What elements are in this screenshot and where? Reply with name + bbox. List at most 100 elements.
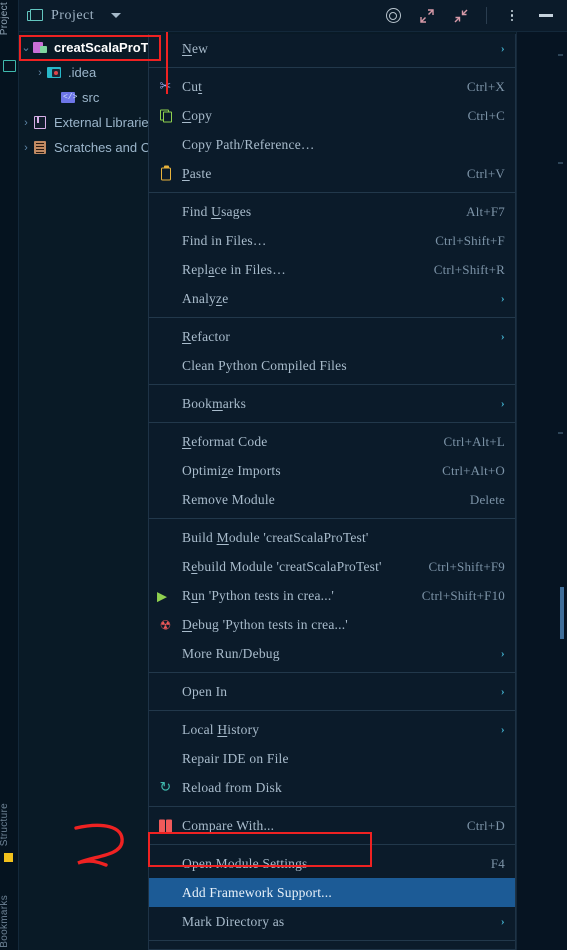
menu-item-analyze[interactable]: Analyze › (149, 284, 515, 313)
chevron-down-icon[interactable] (111, 13, 122, 18)
strip-label-project[interactable]: Project (0, 2, 10, 35)
menu-item-more-run-debug[interactable]: More Run/Debug › (149, 639, 515, 668)
menu-item-shortcut: Ctrl+C (467, 107, 505, 123)
structure-tool-icon[interactable] (4, 853, 13, 862)
menu-item-diagrams[interactable]: Diagrams› (149, 945, 515, 949)
menu-separator (149, 67, 515, 68)
menu-item-shortcut: Ctrl+Shift+F9 (428, 558, 505, 574)
menu-item-paste[interactable]: Paste Ctrl+V (149, 159, 515, 188)
menu-item-label: Open Module Settings (182, 855, 308, 871)
menu-separator (149, 940, 515, 941)
menu-item-reload-from-disk[interactable]: ↻ Reload from Disk (149, 773, 515, 802)
menu-item-label: Remove Module (182, 491, 275, 507)
menu-item-mark-directory-as[interactable]: Mark Directory as › (149, 907, 515, 936)
ide-window: Project Structure Bookmarks Project ⌄ cr… (0, 0, 567, 950)
minimize-icon[interactable] (537, 7, 555, 25)
menu-item-label: Cut (182, 78, 203, 94)
chevron-right-icon: › (500, 722, 505, 736)
more-options-icon[interactable] (503, 7, 521, 25)
tree-node-external-libraries[interactable]: › External Libraries (19, 110, 167, 135)
page-title: Project (51, 7, 95, 23)
collapse-icon[interactable] (452, 7, 470, 25)
menu-separator (149, 518, 515, 519)
menu-item-label: Optimize Imports (182, 462, 281, 478)
toolbar-title-group[interactable]: Project (19, 7, 122, 24)
reload-icon: ↻ (159, 780, 172, 795)
menu-item-copy[interactable]: Copy Ctrl+C (149, 101, 515, 130)
menu-item-rebuild-module-creatscalaprotest[interactable]: Rebuild Module 'creatScalaProTest' Ctrl+S… (149, 552, 515, 581)
menu-item-bookmarks[interactable]: Bookmarks › (149, 389, 515, 418)
tree-node-scratches-and-co[interactable]: › Scratches and Co (19, 135, 167, 160)
menu-separator (149, 844, 515, 845)
tree-node-label: src (82, 90, 100, 105)
menu-item-label: Bookmarks (182, 395, 247, 411)
source-folder-icon: </> (61, 91, 78, 103)
menu-item-label: Find Usages (182, 203, 252, 219)
scratches-icon (33, 140, 49, 155)
chevron-right-icon[interactable]: › (19, 117, 33, 129)
target-locate-icon[interactable] (384, 7, 402, 25)
menu-item-debug-python-tests-in-crea[interactable]: ☢ Debug 'Python tests in crea...' (149, 610, 515, 639)
menu-item-cut[interactable]: ✂CutCtrl+X (149, 72, 515, 101)
menu-item-replace-in-files[interactable]: Replace in Files… Ctrl+Shift+R (149, 255, 515, 284)
menu-item-remove-module[interactable]: Remove Module Delete (149, 485, 515, 514)
menu-item-reformat-code[interactable]: Reformat Code Ctrl+Alt+L (149, 427, 515, 456)
copy-icon (157, 108, 174, 123)
editor-right-gutter (516, 32, 567, 950)
chevron-right-icon[interactable]: › (33, 67, 47, 79)
annotation-step-marker (74, 823, 124, 867)
strip-label-structure[interactable]: Structure (0, 803, 10, 846)
tree-node-idea[interactable]: › .idea (19, 60, 167, 85)
menu-item-label: Local History (182, 721, 260, 737)
expand-icon[interactable] (418, 7, 436, 25)
menu-separator (149, 672, 515, 673)
menu-item-label: Add Framework Support... (182, 884, 332, 900)
project-tool-icon[interactable] (3, 60, 16, 72)
menu-item-shortcut: Ctrl+X (466, 78, 505, 94)
left-tool-strip: Project Structure Bookmarks (0, 0, 19, 950)
menu-item-copy-path-reference[interactable]: Copy Path/Reference… (149, 130, 515, 159)
library-icon (33, 115, 49, 130)
menu-item-find-in-files[interactable]: Find in Files… Ctrl+Shift+F (149, 226, 515, 255)
toolbar-divider (486, 7, 487, 24)
paste-icon (157, 165, 174, 181)
menu-item-shortcut: Ctrl+Alt+L (443, 433, 505, 449)
chevron-down-icon[interactable]: ⌄ (19, 41, 33, 54)
menu-separator (149, 710, 515, 711)
menu-item-repair-ide-on-file[interactable]: Repair IDE on File (149, 744, 515, 773)
menu-item-open-module-settings[interactable]: Open Module Settings F4 (149, 849, 515, 878)
menu-item-label: Run 'Python tests in crea...' (182, 587, 335, 603)
menu-separator (149, 317, 515, 318)
menu-item-refactor[interactable]: Refactor › (149, 322, 515, 351)
menu-item-shortcut: Alt+F7 (466, 203, 505, 219)
menu-item-local-history[interactable]: Local History › (149, 715, 515, 744)
chevron-right-icon[interactable]: › (19, 142, 33, 154)
menu-item-find-usages[interactable]: Find Usages Alt+F7 (149, 197, 515, 226)
menu-item-optimize-imports[interactable]: Optimize Imports Ctrl+Alt+O (149, 456, 515, 485)
tree-node-src[interactable]: </> src (19, 85, 167, 110)
chevron-right-icon: › (500, 684, 505, 698)
menu-item-shortcut: Ctrl+D (466, 817, 505, 833)
menu-item-run-python-tests-in-crea[interactable]: ▶ Run 'Python tests in crea...' Ctrl+Shift… (149, 581, 515, 610)
menu-item-clean-python-compiled-files[interactable]: Clean Python Compiled Files (149, 351, 515, 380)
menu-item-label: Reformat Code (182, 433, 268, 449)
menu-separator (149, 384, 515, 385)
tree-node-creatscalaprote[interactable]: ⌄ creatScalaProTe (19, 35, 167, 60)
strip-label-bookmarks[interactable]: Bookmarks (0, 895, 10, 948)
compare-icon (157, 818, 174, 833)
chevron-right-icon: › (500, 291, 505, 305)
menu-item-label: Paste (182, 165, 212, 181)
menu-item-open-in[interactable]: Open In › (149, 677, 515, 706)
run-icon: ▶ (157, 588, 168, 603)
chevron-right-icon: › (500, 914, 505, 928)
menu-item-label: New (182, 40, 209, 56)
menu-item-label: Replace in Files… (182, 261, 286, 277)
menu-item-add-framework-support[interactable]: Add Framework Support... (149, 878, 515, 907)
menu-item-build-module-creatscalaprotest[interactable]: Build Module 'creatScalaProTest' (149, 523, 515, 552)
menu-item-shortcut: Delete (469, 491, 505, 507)
tree-node-label: creatScalaProTe (54, 40, 155, 55)
menu-item-label: More Run/Debug (182, 645, 280, 661)
menu-item-compare-with[interactable]: Compare With... Ctrl+D (149, 811, 515, 840)
menu-item-new[interactable]: New › (149, 34, 515, 63)
menu-separator (149, 192, 515, 193)
